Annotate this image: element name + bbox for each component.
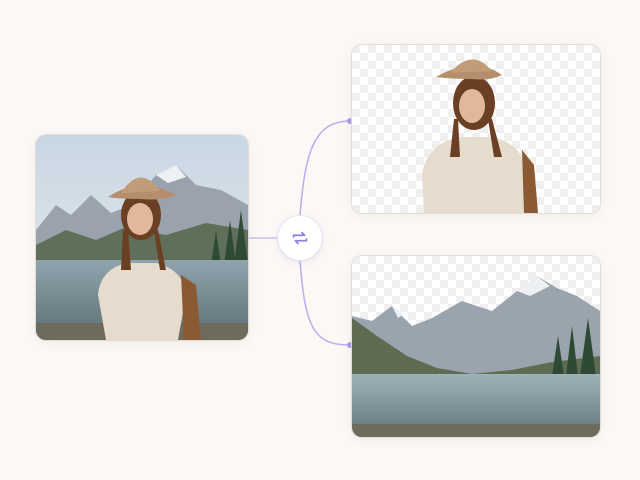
subject-cutout-card[interactable]	[352, 45, 600, 213]
swap-arrows-icon	[292, 231, 308, 245]
original-photo	[36, 135, 248, 340]
subject-cutout	[352, 45, 600, 213]
background-only	[352, 256, 600, 437]
swap-button[interactable]	[278, 216, 322, 260]
background-only-card[interactable]	[352, 256, 600, 437]
original-photo-card[interactable]	[36, 135, 248, 340]
